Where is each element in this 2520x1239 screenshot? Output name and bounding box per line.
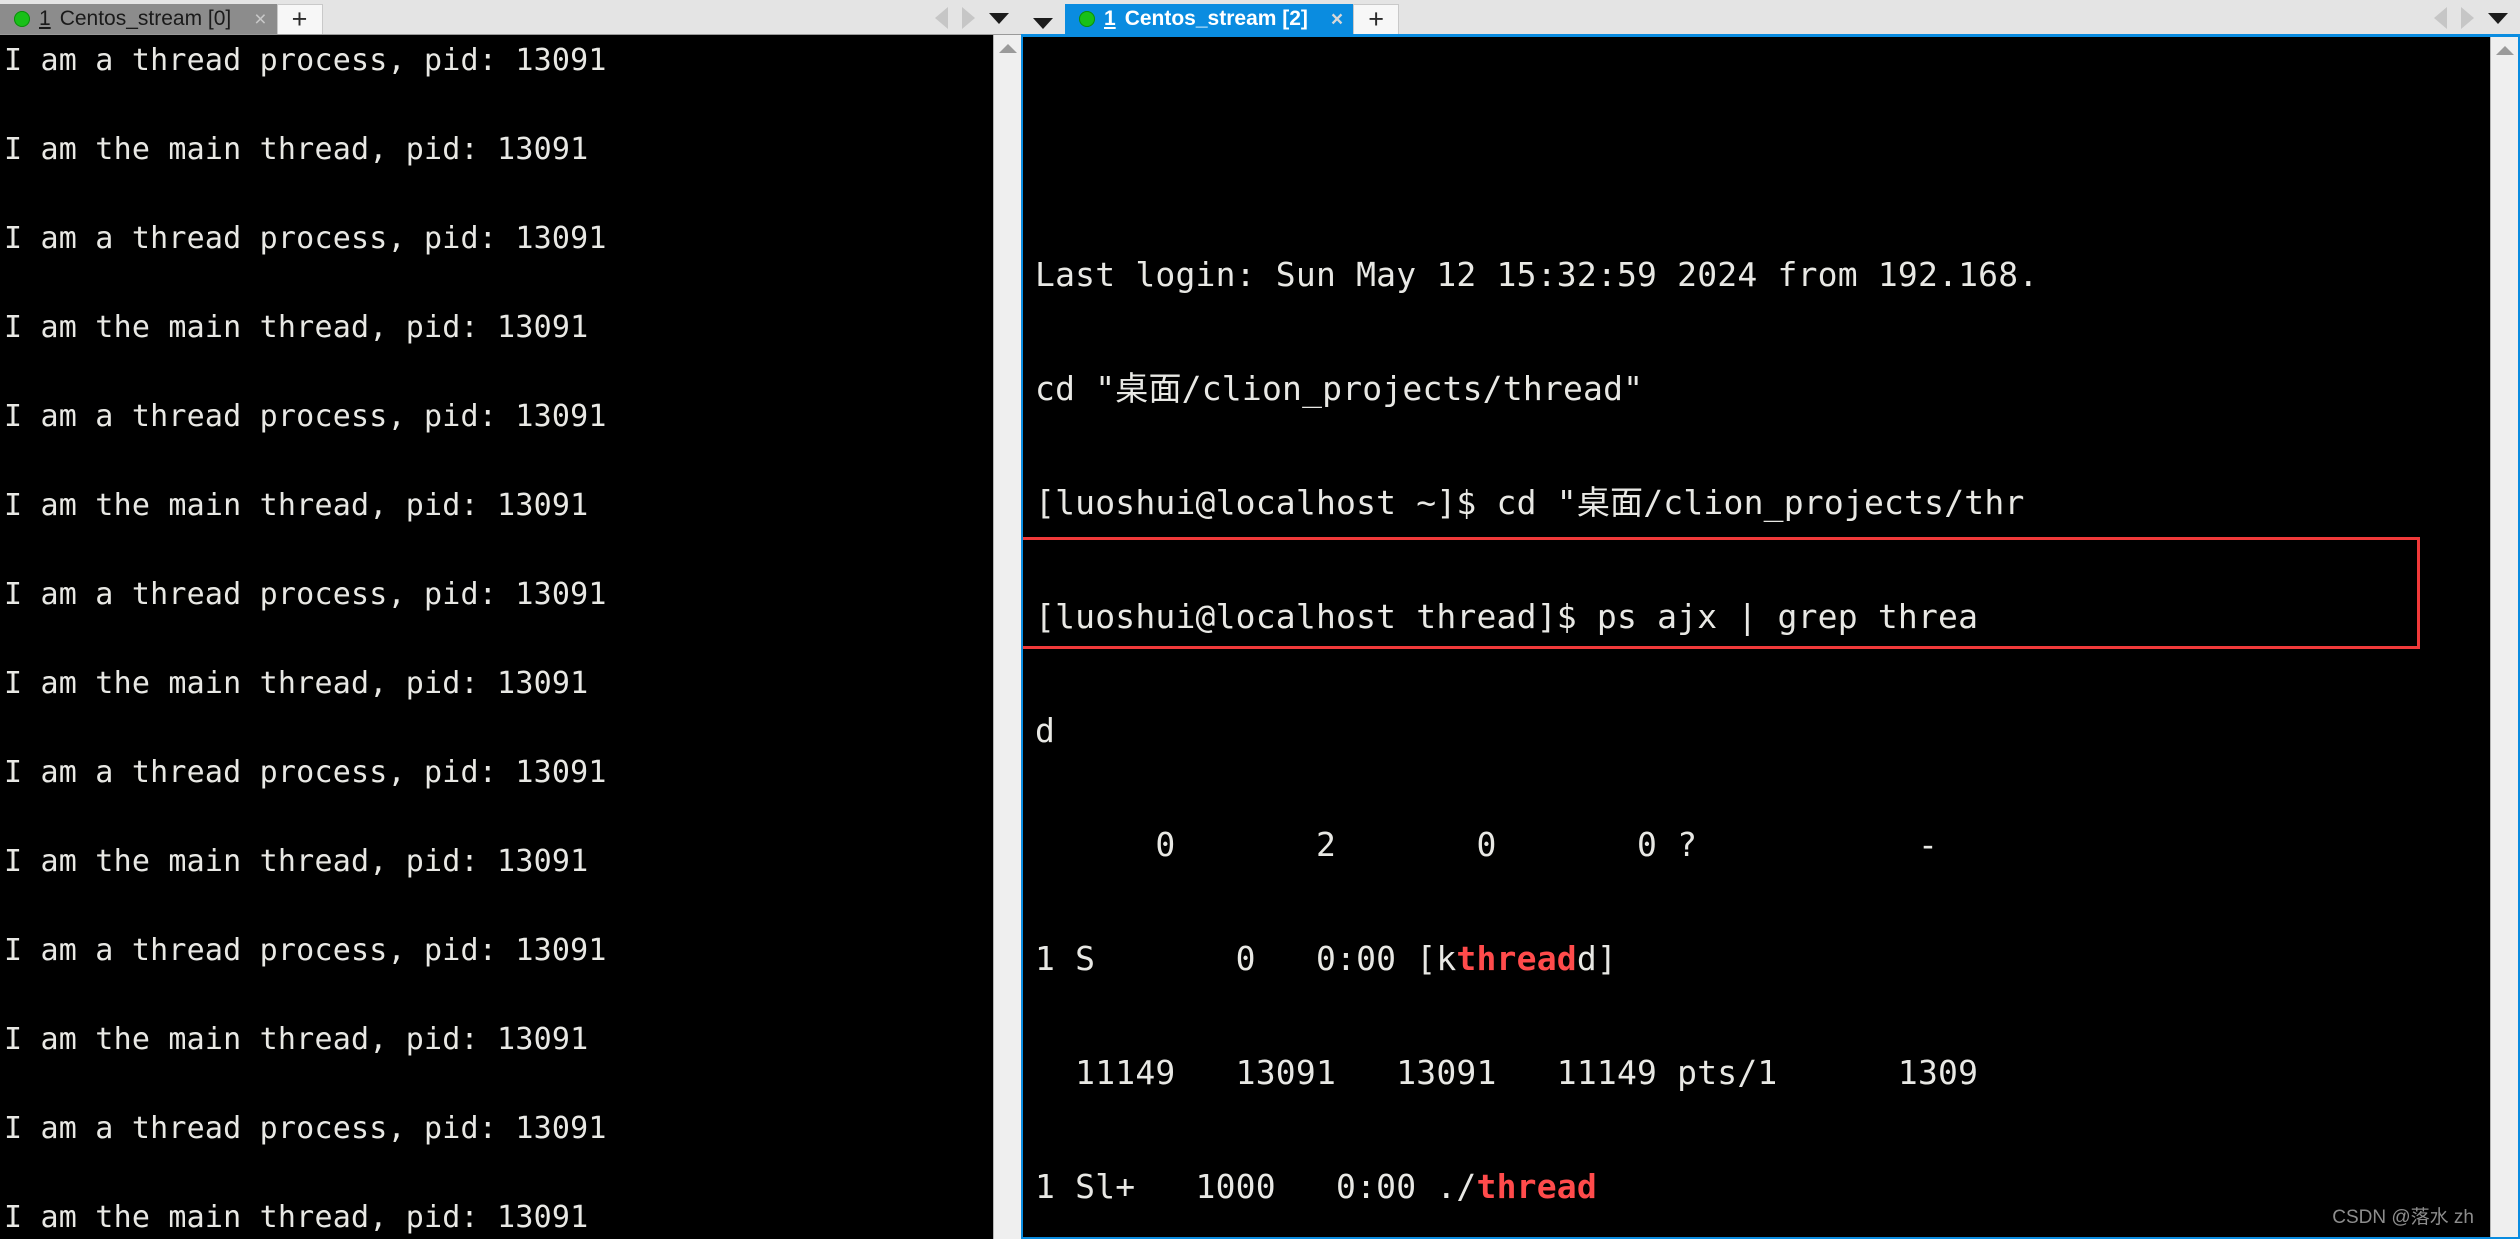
terminal-line: I am the main thread, pid: 13091: [4, 844, 589, 879]
chevron-right-icon[interactable]: [962, 7, 975, 29]
right-terminal-area: Last login: Sun May 12 15:32:59 2024 fro…: [1021, 34, 2520, 1239]
terminal-line: I am a thread process, pid: 13091: [4, 1111, 607, 1146]
grep-match-highlight: thread: [1456, 939, 1577, 978]
terminal-text: d: [1035, 711, 1056, 750]
chevron-right-icon[interactable]: [2461, 7, 2474, 29]
tab-title-label: Centos_stream [0]: [59, 7, 232, 30]
right-tab-nav-controls: [2434, 7, 2520, 34]
terminal-line: I am a thread process, pid: 13091: [4, 933, 607, 968]
tab-centos-stream-0[interactable]: 1 Centos_stream [0] ×: [0, 4, 277, 34]
scroll-up-icon[interactable]: [994, 35, 1021, 61]
chevron-left-icon[interactable]: [935, 7, 948, 29]
terminal-line: I am the main thread, pid: 13091: [4, 132, 589, 167]
terminal-line: [luoshui@localhost ~]$ cd "桌面/clion_proj…: [1035, 474, 2490, 531]
left-tab-nav-controls: [935, 7, 1021, 34]
terminal-line: 1 Sl+ 1000 0:00 ./thread: [1035, 1158, 2490, 1215]
terminal-line: I am the main thread, pid: 13091: [4, 310, 589, 345]
terminal-line: I am a thread process, pid: 13091: [4, 577, 607, 612]
terminal-text: 0 2 0 0 ? -: [1035, 825, 1939, 864]
terminal-line: d: [1035, 702, 2490, 759]
terminal-line: 1 S 0 0:00 [kthreadd]: [1035, 930, 2490, 987]
terminal-line: 0 2 0 0 ? -: [1035, 816, 2490, 873]
terminal-text: cd "桌面/clion_projects/thread": [1035, 369, 1644, 408]
tab-status-dot-icon: [1079, 11, 1095, 27]
terminal-line: cd "桌面/clion_projects/thread": [1035, 360, 2490, 417]
left-terminal-scrollbar[interactable]: [993, 35, 1021, 1239]
terminal-line: [luoshui@localhost thread]$ ps ajx | gre…: [1035, 588, 2490, 645]
terminal-text: Last login: Sun May 12 15:32:59 2024 fro…: [1035, 255, 2039, 294]
right-terminal-output[interactable]: Last login: Sun May 12 15:32:59 2024 fro…: [1023, 37, 2490, 1237]
right-tab-nav-controls-left: [1021, 18, 1065, 34]
terminal-line: I am the main thread, pid: 13091: [4, 488, 589, 523]
grep-match-highlight: thread: [1476, 1167, 1597, 1206]
terminal-text: 11149 13091 13091 11149 pts/1 1309: [1035, 1053, 1979, 1092]
tab-title-label: Centos_stream [2]: [1124, 7, 1308, 30]
left-terminal-area: I am a thread process, pid: 13091 I am t…: [0, 34, 1021, 1239]
tab-status-dot-icon: [14, 11, 30, 27]
terminal-text: 1 Sl+ 1000 0:00 ./: [1035, 1167, 1477, 1206]
terminal-text: [luoshui@localhost thread]$ ps ajx | gre…: [1035, 597, 1979, 636]
terminal-line: I am the main thread, pid: 13091: [4, 1022, 589, 1057]
terminal-line: I am a thread process, pid: 13091: [4, 399, 607, 434]
terminal-text: 1 S 0 0:00 [k: [1035, 939, 1457, 978]
terminal-text: [luoshui@localhost ~]$ cd "桌面/clion_proj…: [1035, 483, 2025, 522]
scroll-up-icon[interactable]: [2491, 37, 2518, 63]
tab-centos-stream-2[interactable]: 1 Centos_stream [2] ×: [1065, 4, 1354, 34]
terminal-text: d]: [1576, 939, 1617, 978]
tab-index-label: 1: [39, 7, 51, 30]
terminal-line: I am a thread process, pid: 13091: [4, 221, 607, 256]
terminal-app-window: 1 Centos_stream [0] × + I am a thread pr…: [0, 0, 2520, 1239]
tab-index-label: 1: [1104, 7, 1116, 30]
terminal-line: I am a thread process, pid: 13091: [4, 43, 607, 78]
csdn-watermark: CSDN @落水 zh: [2332, 1207, 2474, 1228]
terminal-line: I am a thread process, pid: 13091: [4, 755, 607, 790]
close-icon[interactable]: ×: [254, 9, 266, 30]
terminal-line: Last login: Sun May 12 15:32:59 2024 fro…: [1035, 246, 2490, 303]
terminal-line: I am the main thread, pid: 13091: [4, 1200, 589, 1235]
new-tab-button[interactable]: +: [276, 4, 323, 34]
terminal-line: I am the main thread, pid: 13091: [4, 666, 589, 701]
terminal-line: 11149 13091 13091 11149 pts/1 1309: [1035, 1044, 2490, 1101]
right-tab-bar: 1 Centos_stream [2] × +: [1021, 0, 2520, 34]
chevron-down-icon[interactable]: [1033, 18, 1053, 29]
chevron-down-icon[interactable]: [989, 12, 1009, 24]
new-tab-button[interactable]: +: [1353, 4, 1400, 34]
close-icon[interactable]: ×: [1331, 9, 1343, 30]
chevron-left-icon[interactable]: [2434, 7, 2447, 29]
right-terminal-panel: 1 Centos_stream [2] × + Last login: Sun …: [1021, 0, 2520, 1239]
left-tab-bar: 1 Centos_stream [0] × +: [0, 0, 1021, 34]
left-terminal-output[interactable]: I am a thread process, pid: 13091 I am t…: [0, 35, 993, 1239]
right-terminal-scrollbar[interactable]: [2490, 37, 2518, 1237]
left-terminal-panel: 1 Centos_stream [0] × + I am a thread pr…: [0, 0, 1021, 1239]
chevron-down-icon[interactable]: [2488, 12, 2508, 24]
